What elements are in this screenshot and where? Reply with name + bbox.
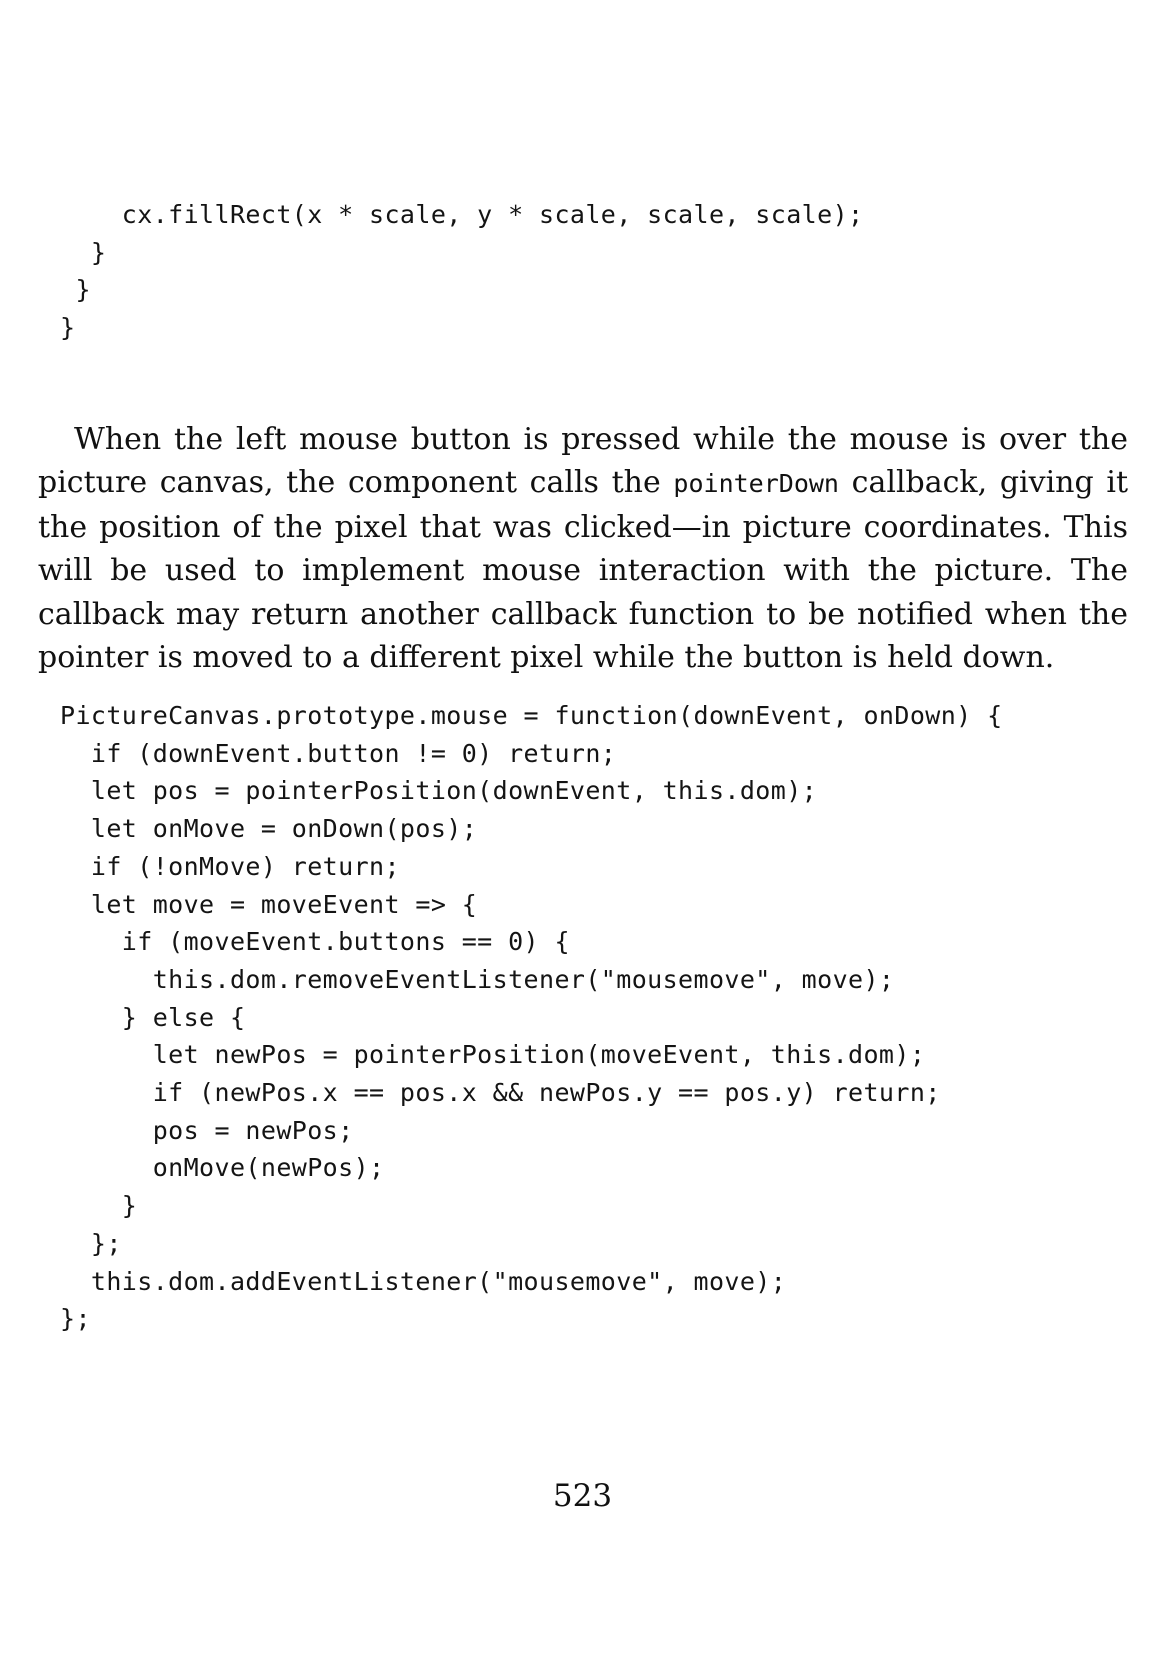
code-snippet-mouse-handler: PictureCanvas.prototype.mouse = function… (60, 697, 1003, 1338)
code-main-line: if (downEvent.button != 0) return; (60, 738, 617, 768)
code-main-line: let move = moveEvent => { (60, 889, 478, 919)
inline-code-pointerdown: pointerDown (673, 469, 839, 499)
code-main-line: let pos = pointerPosition(downEvent, thi… (60, 776, 818, 806)
code-snippet-top: cx.fillRect(x * scale, y * scale, scale,… (60, 196, 863, 347)
code-main-line: } else { (60, 1002, 246, 1032)
code-top-line: cx.fillRect(x * scale, y * scale, scale,… (60, 200, 864, 229)
code-top-line: } (60, 313, 76, 343)
page-number: 523 (552, 1478, 613, 1514)
code-main-line: onMove(newPos); (60, 1153, 385, 1183)
code-main-line: }; (60, 1304, 91, 1334)
body-paragraph: When the left mouse button is pressed wh… (38, 418, 1128, 679)
code-main-line: PictureCanvas.prototype.mouse = function… (60, 701, 1003, 730)
code-main-line: let onMove = onDown(pos); (60, 814, 478, 844)
code-main-line: let newPos = pointerPosition(moveEvent, … (60, 1040, 926, 1070)
code-main-line: if (newPos.x == pos.x && newPos.y == pos… (60, 1078, 941, 1108)
code-top-line: } (60, 275, 91, 305)
code-main-line: }; (60, 1228, 122, 1258)
code-main-line: if (moveEvent.buttons == 0) { (60, 927, 570, 957)
code-main-line: } (60, 1191, 138, 1221)
code-main-line: pos = newPos; (60, 1115, 354, 1145)
code-top-line: } (60, 237, 107, 267)
code-main-line: this.dom.removeEventListener("mousemove"… (60, 964, 895, 994)
code-main-line: this.dom.addEventListener("mousemove", m… (60, 1266, 787, 1296)
code-main-line: if (!onMove) return; (60, 851, 400, 881)
